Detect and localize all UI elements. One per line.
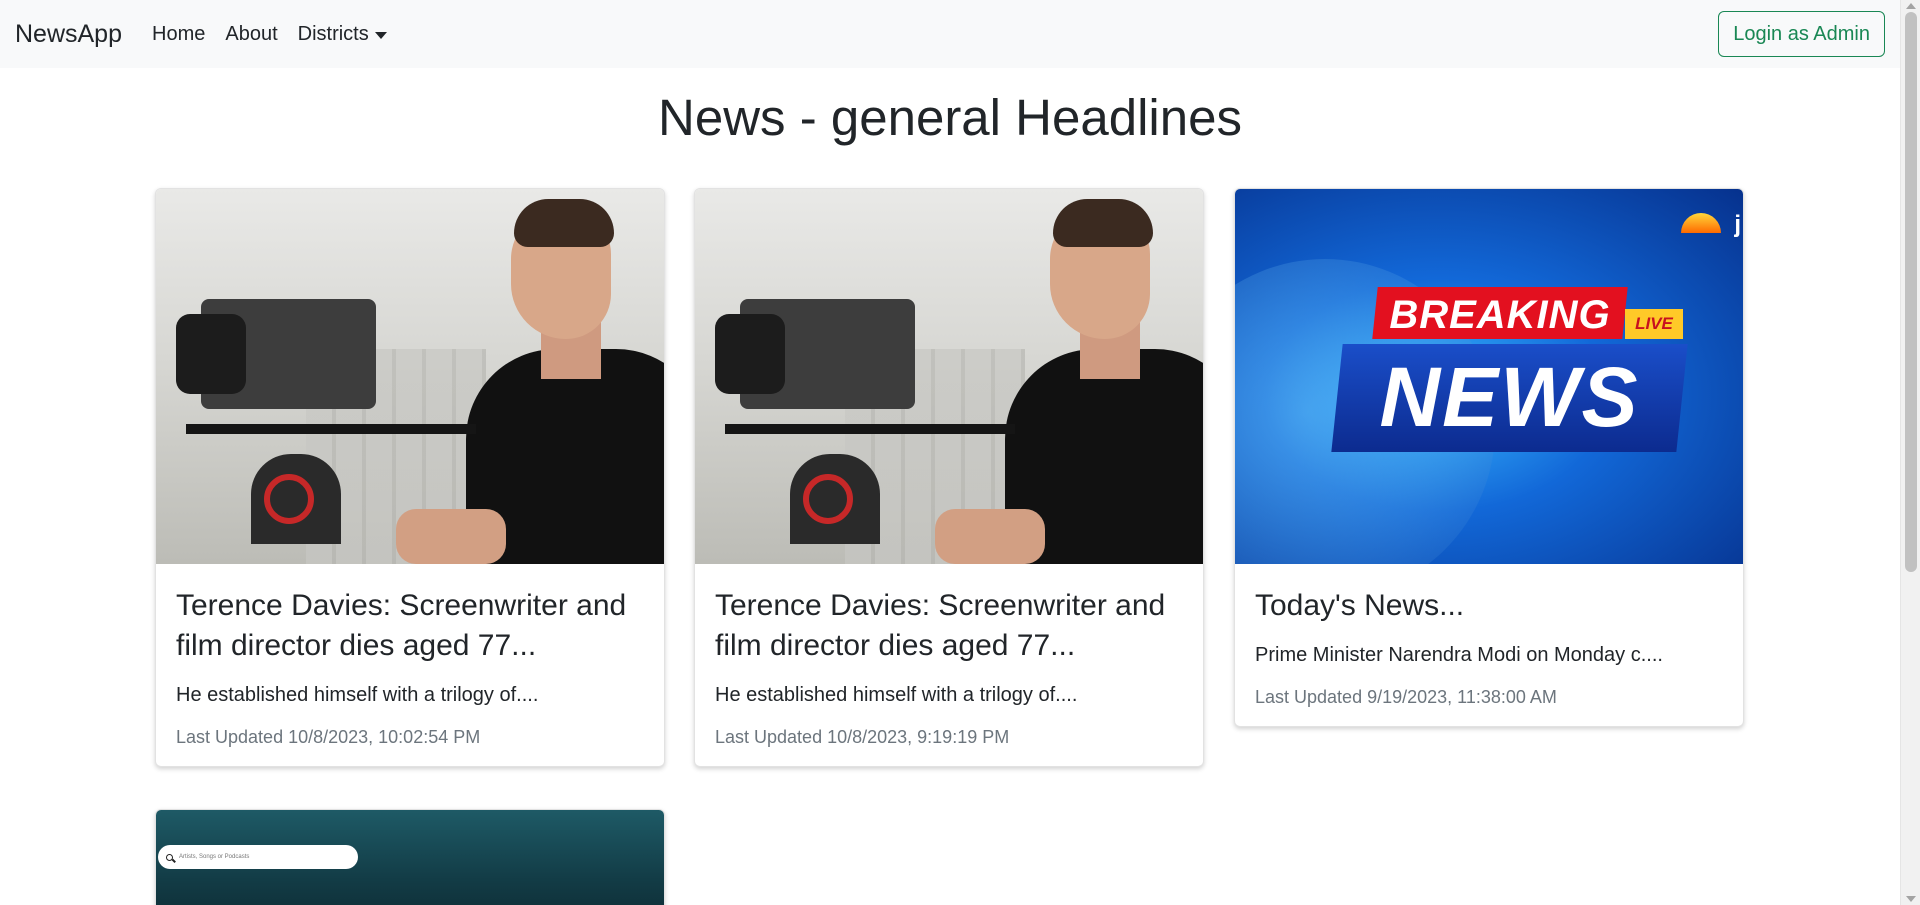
nav-dropdown-districts[interactable]: Districts — [298, 23, 387, 46]
page-title: News - general Headlines — [658, 89, 1242, 146]
news-card-image: Artists, Songs or Podcasts — [156, 810, 664, 905]
news-card-title[interactable]: Terence Davies: Screenwriter and film di… — [715, 586, 1183, 666]
scroll-down-arrow-icon[interactable] — [1906, 896, 1916, 902]
nav-dropdown-districts-label: Districts — [297, 22, 369, 45]
news-text: NEWS — [1379, 350, 1640, 444]
news-card-timestamp: Last Updated 9/19/2023, 11:38:00 AM — [1255, 687, 1557, 707]
news-card: Terence Davies: Screenwriter and film di… — [155, 188, 665, 767]
navbar: NewsApp Home About Districts Login as Ad… — [0, 0, 1900, 68]
brand-logo[interactable]: NewsApp — [15, 20, 122, 49]
news-card-image — [156, 189, 664, 564]
image-search-bar: Artists, Songs or Podcasts — [158, 845, 358, 869]
news-card-image — [695, 189, 1203, 564]
news-card-description: He established himself with a trilogy of… — [176, 684, 539, 706]
news-card-timestamp: Last Updated 10/8/2023, 10:02:54 PM — [176, 727, 481, 747]
breaking-text: BREAKING — [1389, 293, 1611, 337]
news-card-image: BREAKING LIVE NEWS j — [1235, 189, 1743, 564]
news-card: Terence Davies: Screenwriter and film di… — [694, 188, 1204, 767]
news-card-description: Prime Minister Narendra Modi on Monday c… — [1255, 644, 1663, 666]
news-card-timestamp: Last Updated 10/8/2023, 9:19:19 PM — [715, 727, 1010, 747]
nav-link-home[interactable]: Home — [152, 23, 205, 46]
news-card-description: He established himself with a trilogy of… — [715, 684, 1078, 706]
scroll-up-arrow-icon[interactable] — [1906, 3, 1916, 9]
channel-logo-letter: j — [1734, 211, 1741, 238]
nav-link-about[interactable]: About — [225, 23, 277, 46]
caret-down-icon — [374, 31, 387, 39]
search-icon — [166, 853, 173, 861]
login-admin-button[interactable]: Login as Admin — [1718, 11, 1885, 57]
page-scrollbar[interactable] — [1900, 0, 1920, 905]
news-card-title[interactable]: Today's News... — [1255, 586, 1723, 626]
scrollbar-thumb[interactable] — [1905, 12, 1917, 572]
news-card: BREAKING LIVE NEWS j Today's News... Pri… — [1234, 188, 1744, 727]
image-search-placeholder: Artists, Songs or Podcasts — [179, 854, 250, 860]
news-card: Artists, Songs or Podcasts — [155, 809, 665, 905]
news-card-title[interactable]: Terence Davies: Screenwriter and film di… — [176, 586, 644, 666]
live-badge: LIVE — [1625, 309, 1683, 339]
